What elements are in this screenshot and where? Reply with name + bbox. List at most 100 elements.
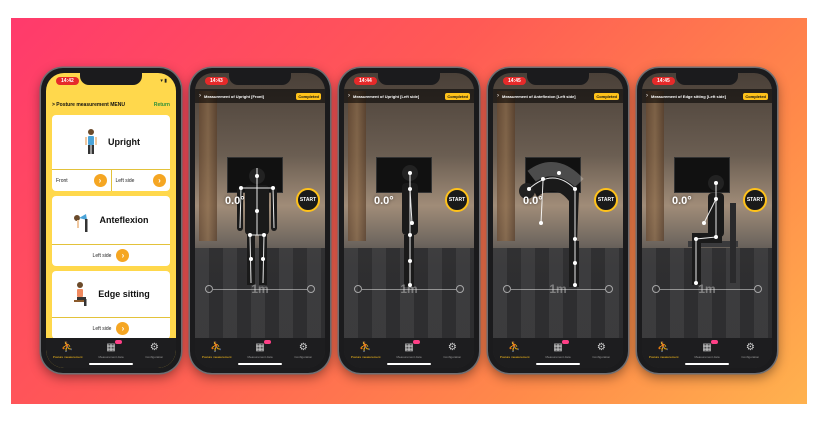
phone-anteflexion: 14:45 › Measurement of Anteflexion [Left… <box>488 68 628 373</box>
gear-icon: ⚙ <box>596 342 606 353</box>
tab-measurement-data[interactable]: ▦ Measurement data <box>240 340 280 359</box>
start-button[interactable]: START <box>296 188 320 212</box>
arrow-right-icon[interactable]: › <box>153 174 166 187</box>
tab-label: Posture measurement <box>52 355 83 359</box>
gear-icon: ⚙ <box>447 342 457 353</box>
arrow-right-icon[interactable]: › <box>116 322 130 335</box>
anteflexion-left-side-option[interactable]: Left side › <box>52 245 170 266</box>
distance-guide: 1m <box>354 282 464 296</box>
tab-configuration[interactable]: ⚙ Configuration <box>581 342 621 359</box>
chevron-right-icon[interactable]: › <box>646 93 648 99</box>
card-title-edge-sitting: Edge sitting <box>98 289 150 299</box>
chevron-right-icon[interactable]: › <box>497 93 499 99</box>
running-figure-icon: ⛹ <box>210 342 223 353</box>
start-button[interactable]: START <box>743 188 767 212</box>
tab-configuration[interactable]: ⚙ Configuration <box>432 342 472 359</box>
tab-posture-measurement[interactable]: ⛹ Posture measurement <box>48 342 88 359</box>
tab-measurement-data[interactable]: ▦ Measurement data <box>389 340 429 359</box>
completed-badge: Completed <box>296 92 321 100</box>
gear-icon: ⚙ <box>149 342 159 353</box>
phone-upright-left-side: 14:44 › Measurement of Upright [Left sid… <box>339 68 479 373</box>
status-time: 14:43 <box>205 77 228 85</box>
wifi-battery-icon: ▾ ▮ <box>160 78 167 84</box>
card-title-anteflexion: Anteflexion <box>99 215 149 225</box>
phone-edge-sitting: 14:45 › Measurement of Edge sitting [Lef… <box>637 68 777 373</box>
tab-measurement-data[interactable]: ▦ Measurement data <box>538 340 578 359</box>
running-figure-icon: ⛹ <box>508 342 521 353</box>
status-time: 14:44 <box>354 77 377 85</box>
tab-label: Measurement data <box>98 355 124 359</box>
chevron-right-icon[interactable]: › <box>199 93 201 99</box>
tab-measurement-data[interactable]: ▦ Measurement data <box>687 340 727 359</box>
edge-sitting-figure-icon <box>74 282 87 306</box>
new-badge <box>412 340 420 344</box>
home-indicator <box>685 363 729 365</box>
angle-readout: 0.0° <box>672 195 692 207</box>
new-badge <box>710 340 718 344</box>
status-time: 14:45 <box>503 77 526 85</box>
tab-posture-measurement[interactable]: ⛹ Posture measurement <box>495 342 535 359</box>
tab-label: Posture measurement <box>499 355 530 359</box>
tab-label: Measurement data <box>545 355 571 359</box>
phone-notch <box>676 73 738 85</box>
status-time: 14:42 <box>56 77 79 85</box>
status-time: 14:45 <box>652 77 675 85</box>
new-badge <box>263 340 271 344</box>
distance-guide: 1m <box>652 282 762 296</box>
grid-icon: ▦ <box>255 342 265 353</box>
home-indicator <box>238 363 282 365</box>
tab-label: Measurement data <box>694 355 720 359</box>
measurement-title: Measurement of Edge sitting [Left side] <box>651 93 726 99</box>
distance-label: 1m <box>549 282 567 296</box>
tab-configuration[interactable]: ⚙ Configuration <box>730 342 770 359</box>
distance-guide: 1m <box>503 282 613 296</box>
anteflexion-figure-icon <box>74 214 88 232</box>
menu-title: > Posture measurement MENU <box>52 102 125 108</box>
promo-banner: 14:42 ▾ ▮ > Posture measurement MENU Ret… <box>11 18 807 404</box>
start-button[interactable]: START <box>445 188 469 212</box>
chevron-right-icon[interactable]: › <box>348 93 350 99</box>
running-figure-icon: ⛹ <box>61 342 74 353</box>
tab-posture-measurement[interactable]: ⛹ Posture measurement <box>644 342 684 359</box>
tab-label: Configuration <box>741 355 760 359</box>
completed-badge: Completed <box>594 92 619 100</box>
card-edge-sitting: Edge sitting Left side › <box>52 271 170 339</box>
tab-label: Configuration <box>145 355 164 359</box>
tab-label: Configuration <box>592 355 611 359</box>
tab-configuration[interactable]: ⚙ Configuration <box>283 342 323 359</box>
angle-readout: 0.0° <box>374 195 394 207</box>
phone-notch <box>378 73 440 85</box>
card-anteflexion: Anteflexion Left side › <box>52 196 170 266</box>
measurement-title: Measurement of Upright [Left side] <box>353 93 420 99</box>
home-indicator <box>387 363 431 365</box>
home-indicator <box>536 363 580 365</box>
angle-readout: 0.0° <box>523 195 543 207</box>
phone-notch <box>80 73 142 85</box>
phone-menu: 14:42 ▾ ▮ > Posture measurement MENU Ret… <box>41 68 181 373</box>
gear-icon: ⚙ <box>745 342 755 353</box>
menu-screen: 14:42 ▾ ▮ > Posture measurement MENU Ret… <box>46 73 176 368</box>
option-label: Left side <box>92 325 112 332</box>
card-upright: Upright Front › Left side › <box>52 115 170 191</box>
upright-front-option[interactable]: Front › <box>52 170 111 191</box>
tab-configuration[interactable]: ⚙ Configuration <box>134 342 174 359</box>
home-indicator <box>89 363 133 365</box>
start-button[interactable]: START <box>594 188 618 212</box>
upright-left-side-option[interactable]: Left side › <box>110 170 171 191</box>
new-badge <box>114 340 122 344</box>
edge-sitting-left-side-option[interactable]: Left side › <box>52 318 170 339</box>
measurement-header: › Measurement of Upright [Front] Complet… <box>195 89 325 103</box>
tab-measurement-data[interactable]: ▦ Measurement data <box>91 340 131 359</box>
gear-icon: ⚙ <box>298 342 308 353</box>
arrow-right-icon[interactable]: › <box>116 249 130 262</box>
distance-label: 1m <box>698 282 716 296</box>
return-link[interactable]: Return <box>154 102 170 108</box>
distance-label: 1m <box>400 282 418 296</box>
tab-label: Posture measurement <box>350 355 381 359</box>
option-label: Left side <box>115 177 135 184</box>
tab-posture-measurement[interactable]: ⛹ Posture measurement <box>346 342 386 359</box>
tab-label: Measurement data <box>396 355 422 359</box>
arrow-right-icon[interactable]: › <box>93 174 107 187</box>
tab-posture-measurement[interactable]: ⛹ Posture measurement <box>197 342 237 359</box>
option-label: Front <box>56 177 68 184</box>
